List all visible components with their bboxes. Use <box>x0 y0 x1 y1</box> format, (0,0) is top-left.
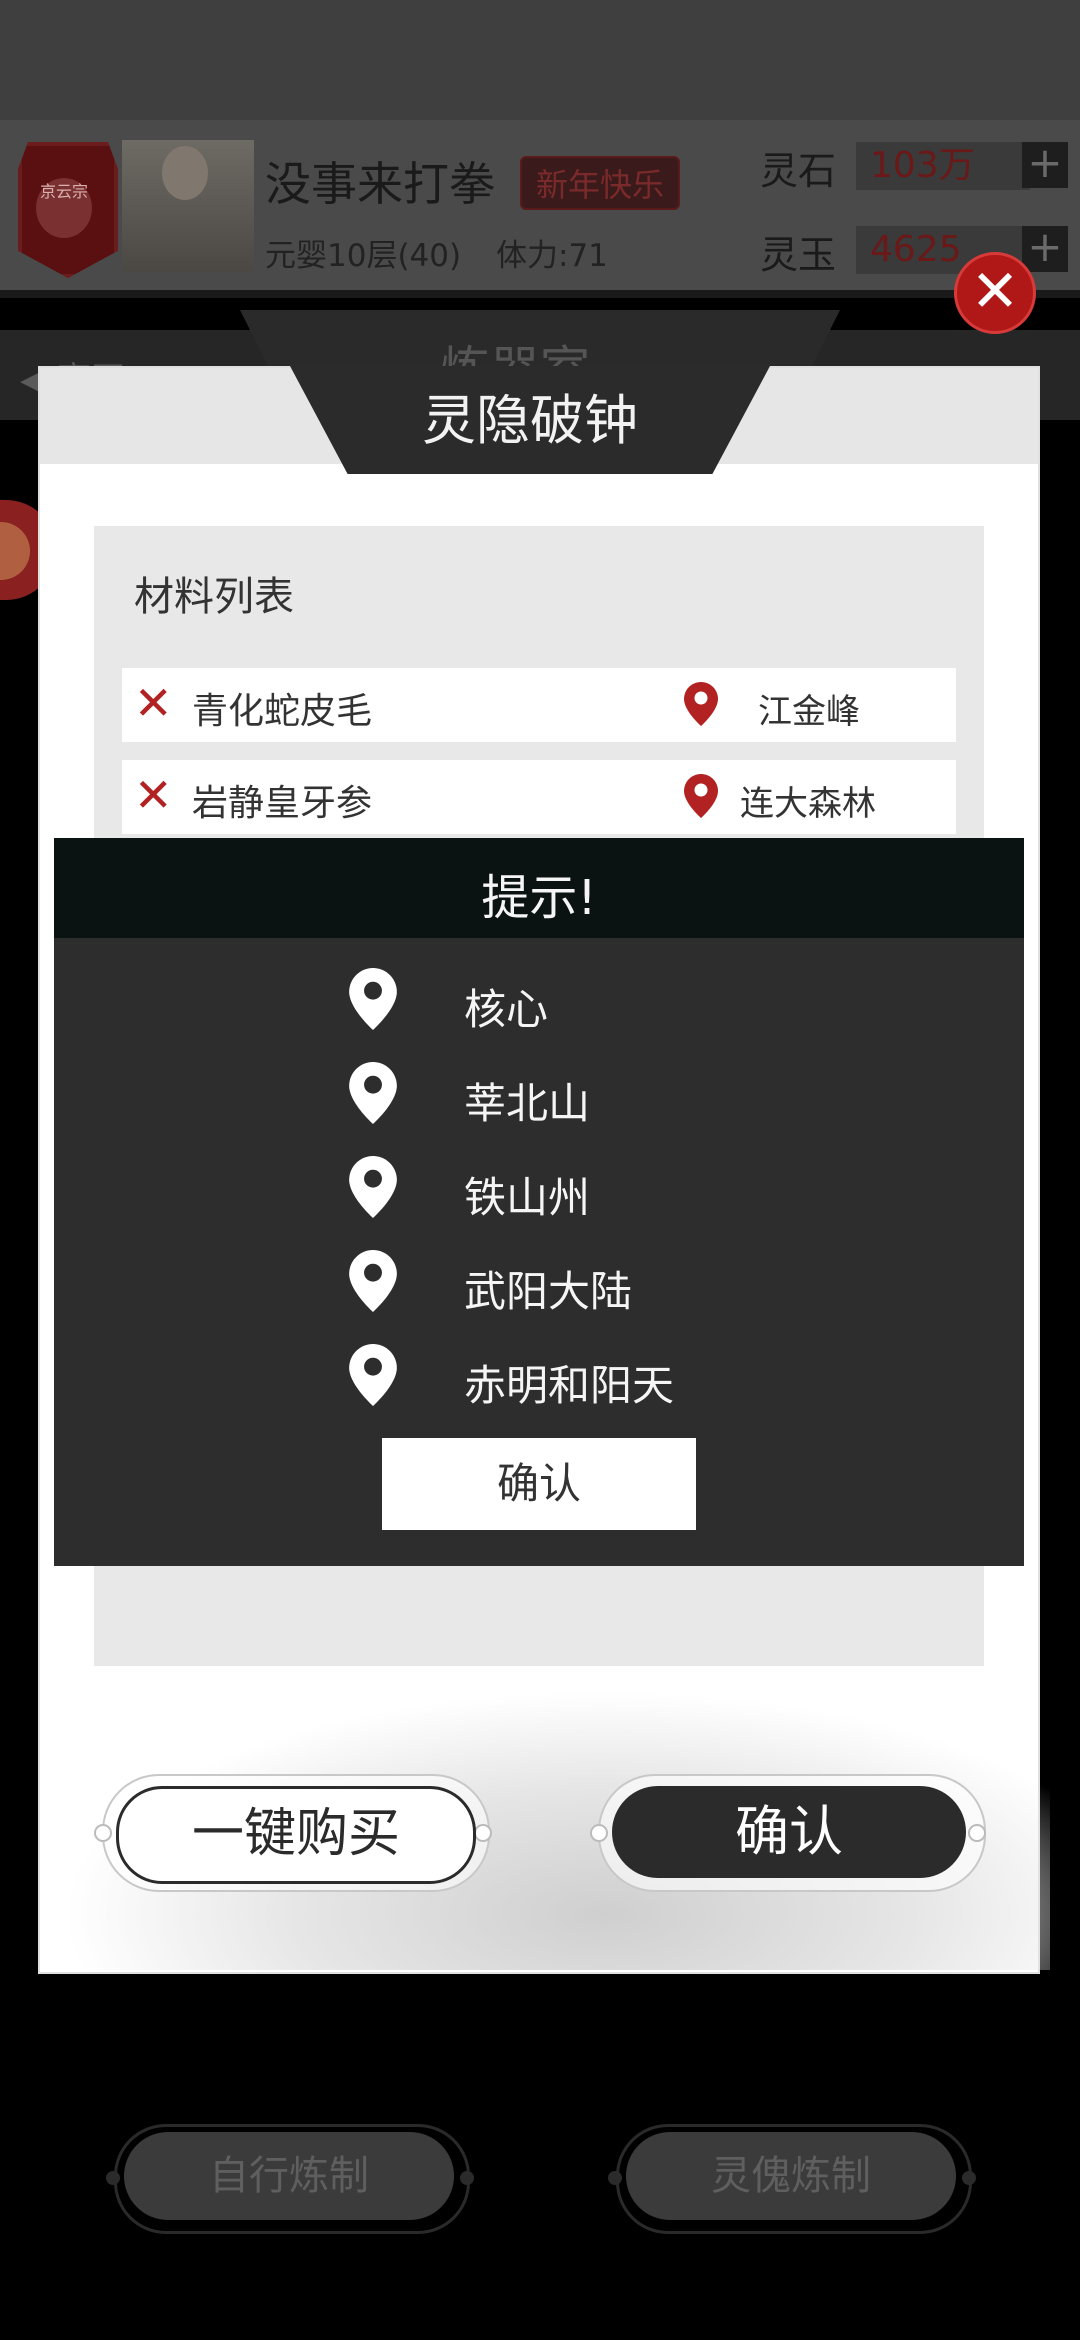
material-name: 青化蛇皮毛 <box>192 691 373 732</box>
event-badge: 新年快乐 <box>520 156 681 210</box>
frame-dot <box>94 1824 112 1842</box>
hint-location-item[interactable]: 铁山州 <box>54 1156 1024 1226</box>
hint-location-item[interactable]: 核心 <box>54 968 1024 1038</box>
map-pin-icon <box>349 1062 397 1124</box>
frame-dot <box>962 2171 976 2185</box>
map-pin-icon <box>349 1250 397 1312</box>
missing-close-icon: ✕ <box>134 768 173 822</box>
hint-title: 提示! <box>481 870 597 926</box>
frame-dot <box>460 2171 474 2185</box>
spirit-stone-value: 103万 <box>856 142 1030 190</box>
materials-title: 材料列表 <box>134 574 294 620</box>
modal-title: 灵隐破钟 <box>422 389 638 452</box>
hint-location-label: 赤明和阳天 <box>464 1361 675 1410</box>
frame-dot <box>590 1824 608 1842</box>
hint-location-label: 莘北山 <box>464 1079 591 1128</box>
sect-emblem-text: 京云宗 <box>36 178 92 238</box>
missing-close-icon: ✕ <box>134 676 173 730</box>
hint-confirm-button[interactable]: 确认 <box>382 1438 696 1530</box>
map-pin-icon <box>684 774 718 818</box>
player-level: 元婴10层(40) <box>265 238 462 274</box>
frame-dot <box>968 1824 986 1842</box>
map-pin-icon <box>349 968 397 1030</box>
avatar-head-icon <box>162 146 208 200</box>
material-row[interactable]: ✕ 岩静皇牙参 连大森林 <box>122 760 956 834</box>
one-click-buy-button[interactable]: 一键购买 <box>116 1786 476 1884</box>
map-pin-icon <box>349 1344 397 1406</box>
hint-location-item[interactable]: 赤明和阳天 <box>54 1344 1024 1414</box>
confirm-button[interactable]: 确认 <box>612 1786 966 1878</box>
add-spirit-stone-button[interactable]: + <box>1022 142 1068 188</box>
puppet-refine-button[interactable]: 灵傀炼制 <box>626 2132 956 2220</box>
player-name: 没事来打拳 <box>265 157 495 211</box>
material-location: 江金峰 <box>758 692 860 732</box>
close-icon[interactable]: ✕ <box>954 252 1036 334</box>
frame-dot <box>106 2171 120 2185</box>
map-pin-icon <box>684 682 718 726</box>
stamina-value: 体力:71 <box>496 238 608 274</box>
map-pin-icon <box>349 1156 397 1218</box>
frame-dot <box>474 1824 492 1842</box>
header-divider <box>0 290 1080 298</box>
material-name: 岩静皇牙参 <box>192 783 373 824</box>
spirit-jade-label: 灵玉 <box>760 233 837 277</box>
status-bar-area <box>0 0 1080 120</box>
hint-location-item[interactable]: 武阳大陆 <box>54 1250 1024 1320</box>
hint-location-label: 武阳大陆 <box>464 1267 633 1316</box>
material-location: 连大森林 <box>740 784 876 824</box>
spirit-stone-label: 灵石 <box>760 149 837 193</box>
hint-location-item[interactable]: 莘北山 <box>54 1062 1024 1132</box>
hint-location-label: 铁山州 <box>464 1173 591 1222</box>
add-spirit-jade-button[interactable]: + <box>1022 226 1068 272</box>
material-row[interactable]: ✕ 青化蛇皮毛 江金峰 <box>122 668 956 742</box>
self-refine-button[interactable]: 自行炼制 <box>124 2132 454 2220</box>
hint-location-label: 核心 <box>464 985 549 1034</box>
frame-dot <box>608 2171 622 2185</box>
